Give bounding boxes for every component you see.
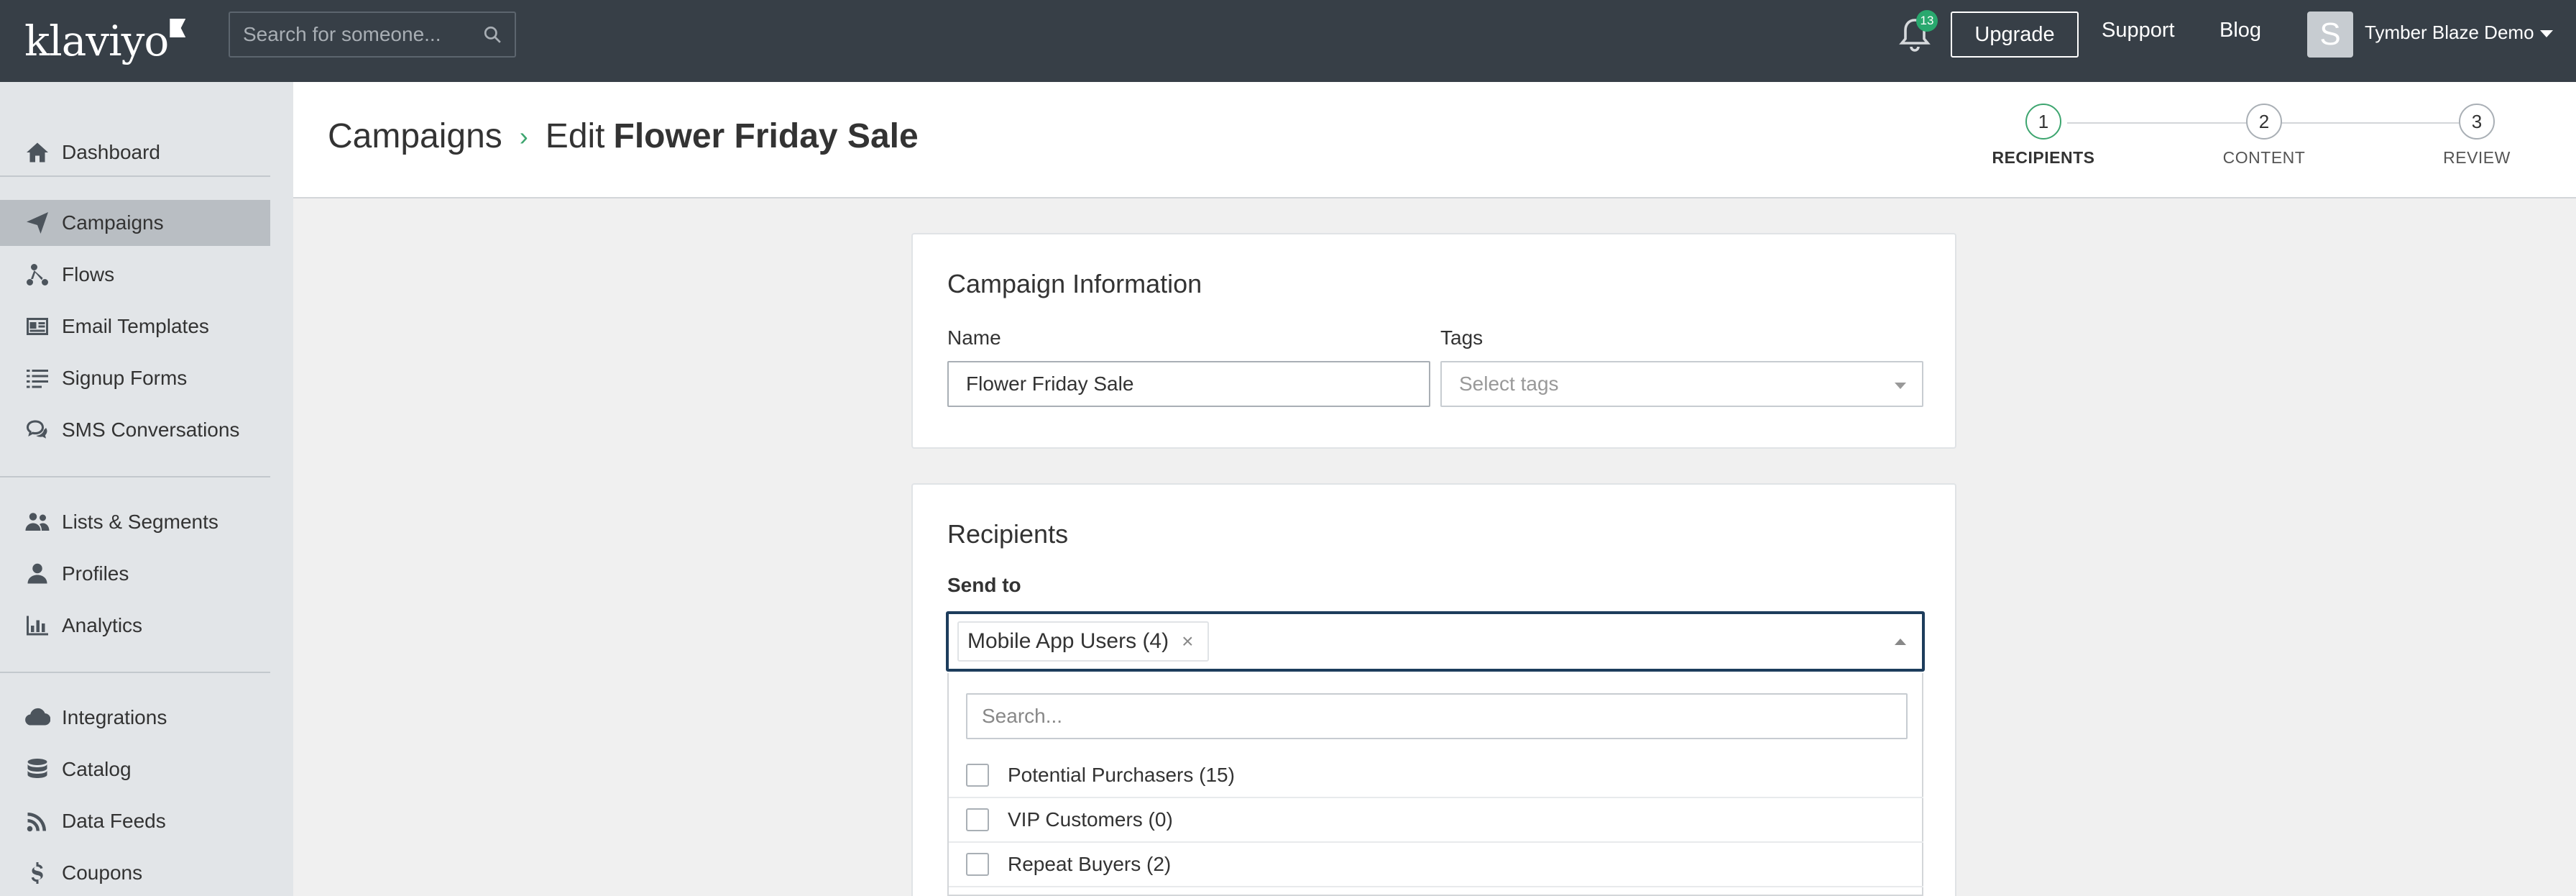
paper-plane-icon [23, 209, 52, 237]
campaign-name-input[interactable]: Flower Friday Sale [947, 361, 1430, 407]
send-to-label: Send to [947, 574, 1021, 596]
rss-icon [23, 807, 52, 836]
sidebar-item-label: Signup Forms [62, 367, 188, 389]
top-navigation-bar: klaviyo Search for someone... 13 Upgrade… [0, 0, 2576, 82]
send-to-multiselect[interactable]: Mobile App Users (4) × [946, 611, 1925, 672]
sidebar-item-email-templates[interactable]: Email Templates [0, 303, 270, 349]
list-item[interactable]: VIP Customers (0) [949, 798, 1923, 843]
step-content[interactable]: 2 CONTENT [2207, 104, 2322, 168]
chat-bubbles-icon [23, 416, 52, 444]
blog-link[interactable]: Blog [2220, 19, 2261, 42]
page-title-prefix: Edit [545, 117, 605, 155]
global-search-input[interactable]: Search for someone... [229, 12, 516, 58]
sidebar-item-coupons[interactable]: Coupons [0, 850, 270, 896]
sidebar-item-profiles[interactable]: Profiles [0, 551, 270, 597]
sidebar-item-label: Dashboard [62, 141, 160, 163]
step-label: CONTENT [2222, 148, 2306, 167]
sidebar-item-lists-segments[interactable]: Lists & Segments [0, 499, 270, 545]
upgrade-button[interactable]: Upgrade [1951, 12, 2079, 58]
send-to-dropdown: Search... Potential Purchasers (15) VIP … [947, 673, 1923, 896]
sidebar-item-sms-conversations[interactable]: SMS Conversations [0, 407, 270, 453]
step-label: RECIPIENTS [1992, 148, 2095, 167]
list-item-label: VIP Customers (0) [1008, 808, 1173, 831]
list-item-label: Potential Purchasers (15) [1008, 764, 1235, 786]
name-label: Name [947, 326, 1001, 349]
sidebar-divider [0, 476, 270, 477]
step-number: 1 [2025, 104, 2061, 140]
breadcrumb-campaigns-link[interactable]: Campaigns [328, 116, 502, 156]
user-icon [23, 559, 52, 588]
step-label: REVIEW [2443, 148, 2511, 167]
sidebar-item-label: Catalog [62, 758, 132, 780]
step-review[interactable]: 3 REVIEW [2419, 104, 2534, 168]
chevron-up-icon[interactable] [1895, 639, 1906, 645]
sidebar-item-signup-forms[interactable]: Signup Forms [0, 355, 270, 401]
home-icon [23, 138, 52, 167]
breadcrumb-chevron-icon: › [519, 121, 528, 151]
checkbox[interactable] [966, 808, 989, 831]
breadcrumb: Campaigns › Edit Flower Friday Sale [328, 116, 919, 156]
sidebar-item-analytics[interactable]: Analytics [0, 603, 270, 649]
close-icon[interactable]: × [1182, 630, 1193, 653]
sidebar: Dashboard Campaigns Flows Email Template… [0, 82, 293, 896]
bar-chart-icon [23, 611, 52, 640]
sidebar-item-label: Analytics [62, 614, 143, 636]
sidebar-item-label: Profiles [62, 562, 129, 585]
search-placeholder: Search for someone... [243, 23, 441, 45]
campaign-information-title: Campaign Information [947, 269, 1202, 298]
flows-icon [23, 260, 52, 289]
checkbox[interactable] [966, 853, 989, 876]
account-dropdown-caret-icon[interactable] [2540, 30, 2553, 37]
tags-label: Tags [1440, 326, 1484, 349]
sidebar-item-label: Coupons [62, 861, 143, 884]
chevron-down-icon [1895, 383, 1906, 389]
page-title: Flower Friday Sale [613, 117, 919, 155]
sidebar-item-dashboard[interactable]: Dashboard [0, 129, 270, 175]
checkbox[interactable] [966, 764, 989, 787]
list-item[interactable]: Potential Purchasers (15) [949, 754, 1923, 798]
sidebar-item-label: Lists & Segments [62, 511, 218, 533]
logo-text: klaviyo [24, 17, 169, 65]
sidebar-divider [0, 672, 270, 673]
sidebar-item-label: Campaigns [62, 211, 164, 234]
tags-placeholder: Select tags [1459, 372, 1559, 395]
recipients-title: Recipients [947, 519, 1069, 549]
dropdown-search-input[interactable]: Search... [966, 693, 1908, 739]
chip-label: Mobile App Users (4) [967, 629, 1169, 653]
list-item[interactable]: Repeat Buyers (2) [949, 843, 1923, 887]
step-number: 3 [2459, 104, 2495, 140]
support-link[interactable]: Support [2102, 19, 2175, 42]
sidebar-item-flows[interactable]: Flows [0, 252, 270, 298]
klaviyo-logo[interactable]: klaviyo [24, 12, 186, 65]
cloud-icon [23, 703, 52, 732]
sidebar-item-integrations[interactable]: Integrations [0, 695, 270, 741]
account-name[interactable]: Tymber Blaze Demo [2365, 22, 2534, 44]
template-icon [23, 312, 52, 341]
page-header: Campaigns › Edit Flower Friday Sale 1 RE… [293, 82, 2576, 198]
logo-flag-icon [170, 19, 186, 37]
sidebar-item-label: Email Templates [62, 315, 209, 337]
selected-list-chip: Mobile App Users (4) × [957, 621, 1210, 662]
users-icon [23, 508, 52, 536]
database-icon [23, 755, 52, 784]
step-number: 2 [2246, 104, 2282, 140]
avatar[interactable]: S [2307, 12, 2353, 58]
sidebar-item-catalog[interactable]: Catalog [0, 746, 270, 792]
tags-select[interactable]: Select tags [1440, 361, 1923, 407]
sidebar-item-label: Flows [62, 263, 115, 285]
campaign-information-card: Campaign Information Name Flower Friday … [911, 233, 1956, 449]
sidebar-item-label: Data Feeds [62, 810, 166, 832]
dollar-icon [23, 859, 52, 887]
notification-count-badge: 13 [1916, 10, 1938, 32]
sidebar-item-data-feeds[interactable]: Data Feeds [0, 798, 270, 844]
form-list-icon [23, 364, 52, 393]
step-recipients[interactable]: 1 RECIPIENTS [1986, 104, 2101, 168]
sidebar-item-label: SMS Conversations [62, 419, 240, 441]
search-icon [484, 26, 501, 43]
list-item-label: Repeat Buyers (2) [1008, 853, 1172, 875]
sidebar-item-campaigns[interactable]: Campaigns [0, 200, 270, 246]
sidebar-item-label: Integrations [62, 706, 167, 728]
sidebar-divider [0, 175, 270, 177]
